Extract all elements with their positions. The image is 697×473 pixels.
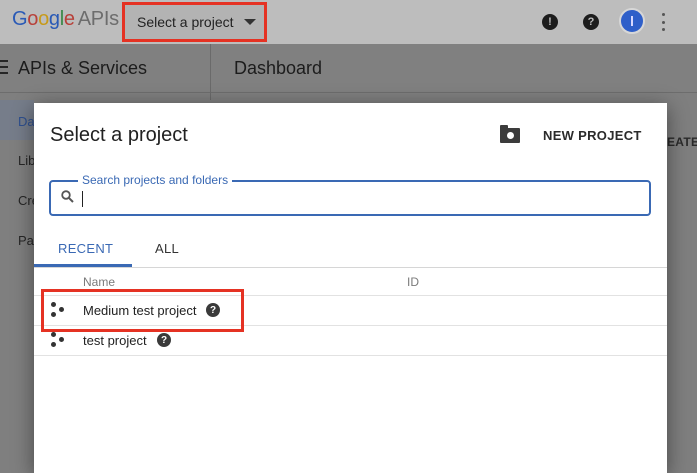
new-project-label: NEW PROJECT (543, 127, 642, 143)
project-icon (51, 302, 65, 318)
text-cursor (82, 191, 83, 207)
project-tabs: RECENT ALL (34, 233, 667, 268)
search-input[interactable] (77, 188, 641, 208)
help-icon: ? (583, 14, 599, 30)
sidebar-item-dashboard[interactable]: Da (18, 114, 35, 129)
select-project-button[interactable]: Select a project (122, 2, 267, 42)
help-icon[interactable]: ? (157, 333, 171, 347)
menu-icon[interactable] (0, 60, 8, 74)
google-apis-logo[interactable]: Google APIs (12, 8, 119, 31)
help-icon[interactable]: ? (206, 303, 220, 317)
table-row[interactable]: Medium test project ? (34, 296, 667, 326)
logo-apis-text: APIs (77, 8, 119, 30)
search-icon (61, 190, 74, 203)
more-vert-icon[interactable] (660, 13, 666, 31)
avatar[interactable] (619, 8, 645, 34)
new-project-button[interactable]: NEW PROJECT (500, 123, 642, 147)
table-row[interactable]: test project ? (34, 326, 667, 356)
header-divider (210, 44, 211, 100)
active-tab-indicator (34, 264, 132, 267)
select-project-label: Select a project (137, 14, 234, 30)
search-field[interactable]: Search projects and folders (49, 173, 651, 216)
column-header-name[interactable]: Name (83, 275, 115, 289)
project-name: test project (83, 333, 147, 348)
tab-all[interactable]: ALL (155, 241, 179, 256)
alert-icon: ! (542, 14, 558, 30)
select-project-dialog: Select a project NEW PROJECT Search proj… (34, 103, 667, 473)
dialog-title: Select a project (50, 124, 188, 146)
search-label: Search projects and folders (78, 173, 233, 187)
caret-down-icon (243, 19, 256, 25)
project-name: Medium test project (83, 303, 197, 318)
top-app-bar: Google APIs Select a project ! ? (0, 0, 697, 44)
table-divider (34, 355, 667, 356)
section-title: APIs & Services (18, 58, 148, 78)
project-icon (51, 332, 65, 348)
notifications-button[interactable]: ! (539, 11, 561, 33)
sidebar-item-library[interactable]: Lib (18, 153, 35, 168)
tab-recent[interactable]: RECENT (58, 241, 113, 256)
logo-google-text: Google (12, 8, 75, 30)
create-button-partial[interactable]: EATE (667, 135, 697, 149)
sidebar-item-page[interactable]: Pa (18, 233, 34, 248)
column-header-id[interactable]: ID (407, 275, 419, 289)
help-button[interactable]: ? (580, 11, 602, 33)
create-folder-icon (500, 124, 520, 143)
page-title: Dashboard (234, 58, 323, 78)
